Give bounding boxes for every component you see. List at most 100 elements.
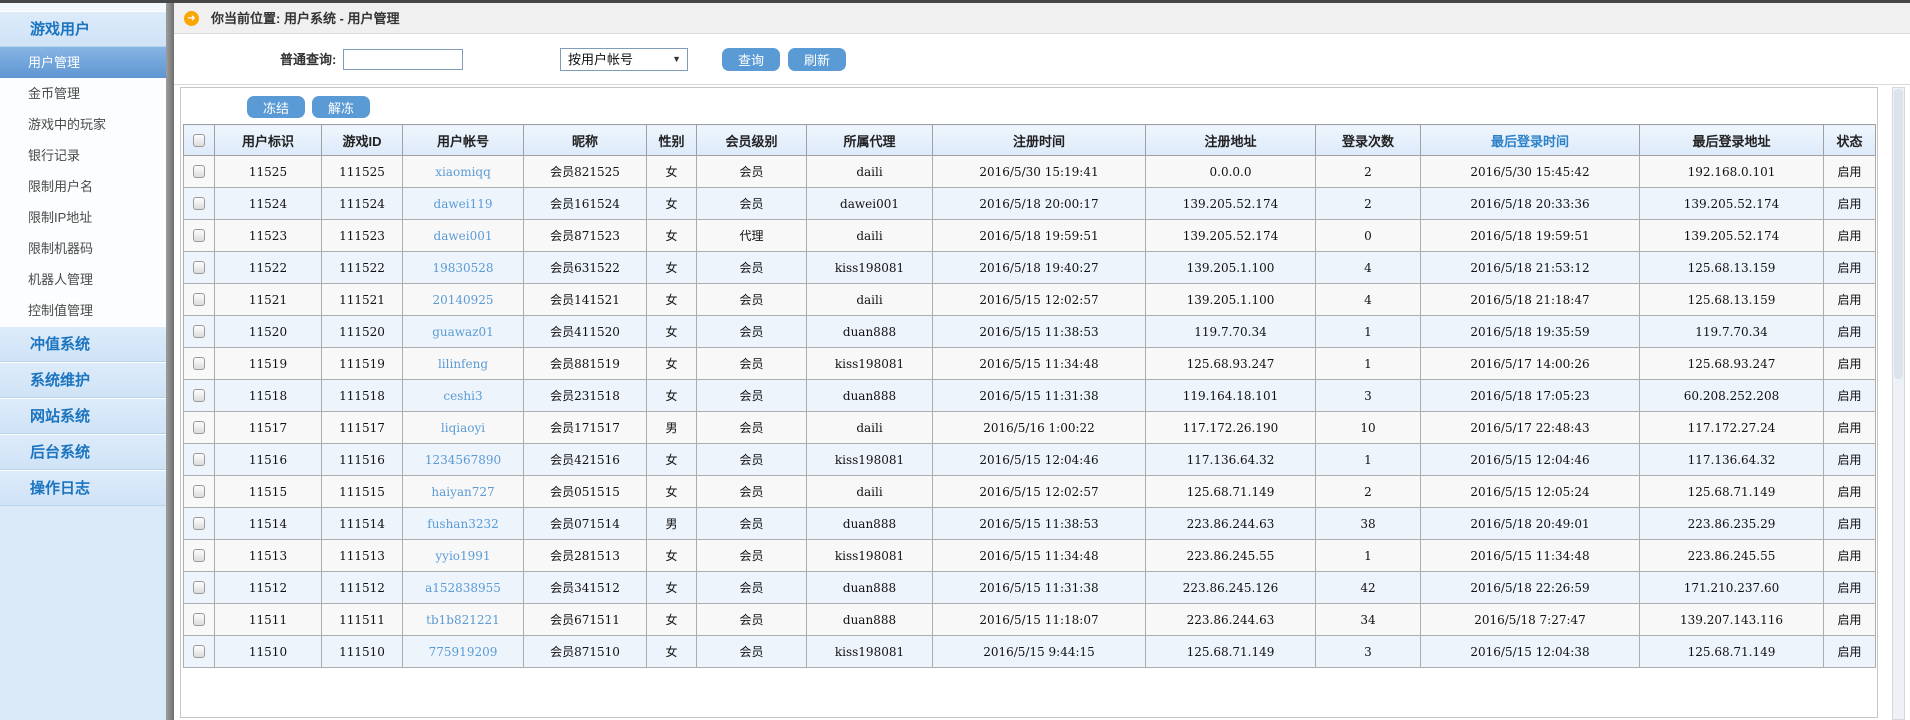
- cell-last-login-address: 139.205.52.174: [1640, 220, 1824, 252]
- cell-nickname: 会员341512: [524, 572, 647, 604]
- row-checkbox[interactable]: [193, 325, 205, 338]
- cell-status: 启用: [1824, 220, 1876, 252]
- row-checkbox[interactable]: [193, 517, 205, 530]
- cell-user-account[interactable]: dawei119: [403, 188, 524, 220]
- sidebar-section-header[interactable]: 系统维护: [0, 362, 166, 398]
- cell-user-account[interactable]: liqiaoyi: [403, 412, 524, 444]
- row-checkbox[interactable]: [193, 293, 205, 306]
- cell-user-account[interactable]: fushan3232: [403, 508, 524, 540]
- row-checkbox[interactable]: [193, 165, 205, 178]
- cell-register-time: 2016/5/15 11:31:38: [933, 380, 1146, 412]
- cell-agent: kiss198081: [807, 252, 933, 284]
- cell-last-login-time: 2016/5/15 12:04:38: [1421, 636, 1640, 668]
- table-row: 11512111512a152838955会员341512女会员duan8882…: [184, 572, 1876, 604]
- cell-user-id: 11511: [215, 604, 322, 636]
- cell-status: 启用: [1824, 508, 1876, 540]
- cell-gender: 女: [647, 604, 697, 636]
- sidebar-item[interactable]: 限制机器码: [0, 233, 166, 264]
- sidebar-item[interactable]: 金币管理: [0, 78, 166, 109]
- cell-status: 启用: [1824, 380, 1876, 412]
- row-checkbox[interactable]: [193, 485, 205, 498]
- cell-game-id: 111524: [322, 188, 403, 220]
- cell-user-account[interactable]: yyio1991: [403, 540, 524, 572]
- cell-last-login-time: 2016/5/15 12:04:46: [1421, 444, 1640, 476]
- sidebar-item[interactable]: 控制值管理: [0, 295, 166, 326]
- cell-status: 启用: [1824, 156, 1876, 188]
- sidebar-splitter[interactable]: [166, 3, 174, 720]
- sidebar-section-header[interactable]: 网站系统: [0, 398, 166, 434]
- cell-register-address: 223.86.244.63: [1146, 508, 1316, 540]
- cell-register-time: 2016/5/15 12:02:57: [933, 284, 1146, 316]
- cell-nickname: 会员171517: [524, 412, 647, 444]
- row-checkbox[interactable]: [193, 453, 205, 466]
- row-checkbox[interactable]: [193, 197, 205, 210]
- sidebar-section-header[interactable]: 冲值系统: [0, 326, 166, 362]
- row-checkbox[interactable]: [193, 357, 205, 370]
- sidebar-section-header[interactable]: 游戏用户: [0, 11, 166, 47]
- cell-user-account[interactable]: guawaz01: [403, 316, 524, 348]
- cell-register-time: 2016/5/15 11:31:38: [933, 572, 1146, 604]
- cell-user-account[interactable]: lilinfeng: [403, 348, 524, 380]
- window-top-edge: [0, 0, 1910, 3]
- table-row: 11511111511tb1b821221会员671511女会员duan8882…: [184, 604, 1876, 636]
- sidebar-item[interactable]: 限制IP地址: [0, 202, 166, 233]
- cell-user-account[interactable]: 1234567890: [403, 444, 524, 476]
- row-checkbox[interactable]: [193, 613, 205, 626]
- cell-gender: 女: [647, 156, 697, 188]
- sidebar-item[interactable]: 限制用户名: [0, 171, 166, 202]
- cell-user-account[interactable]: dawei001: [403, 220, 524, 252]
- sidebar-item[interactable]: 用户管理: [0, 47, 166, 78]
- search-input[interactable]: [343, 49, 463, 70]
- cell-game-id: 111520: [322, 316, 403, 348]
- row-checkbox-cell: [184, 188, 215, 220]
- cell-user-account[interactable]: ceshi3: [403, 380, 524, 412]
- cell-last-login-time: 2016/5/18 7:27:47: [1421, 604, 1640, 636]
- cell-game-id: 111516: [322, 444, 403, 476]
- row-checkbox[interactable]: [193, 421, 205, 434]
- row-checkbox[interactable]: [193, 261, 205, 274]
- cell-register-time: 2016/5/15 9:44:15: [933, 636, 1146, 668]
- sidebar-item[interactable]: 银行记录: [0, 140, 166, 171]
- row-checkbox[interactable]: [193, 549, 205, 562]
- cell-agent: kiss198081: [807, 348, 933, 380]
- cell-last-login-address: 125.68.13.159: [1640, 284, 1824, 316]
- table-row: 11520111520guawaz01会员411520女会员duan888201…: [184, 316, 1876, 348]
- cell-user-account[interactable]: 19830528: [403, 252, 524, 284]
- breadcrumb-bar: ➜ 你当前位置: 用户系统 - 用户管理: [174, 3, 1910, 34]
- cell-last-login-address: 117.136.64.32: [1640, 444, 1824, 476]
- column-header[interactable]: 最后登录时间: [1421, 125, 1640, 156]
- cell-last-login-time: 2016/5/18 17:05:23: [1421, 380, 1640, 412]
- filter-select[interactable]: 按用户帐号 ▼: [560, 48, 688, 71]
- cell-user-account[interactable]: a152838955: [403, 572, 524, 604]
- freeze-button[interactable]: 冻结: [247, 96, 305, 118]
- search-button[interactable]: 查询: [722, 48, 780, 71]
- cell-status: 启用: [1824, 348, 1876, 380]
- sidebar-item[interactable]: 游戏中的玩家: [0, 109, 166, 140]
- cell-user-account[interactable]: tb1b821221: [403, 604, 524, 636]
- sidebar-item[interactable]: 机器人管理: [0, 264, 166, 295]
- vertical-scrollbar[interactable]: [1892, 87, 1905, 720]
- scrollbar-thumb[interactable]: [1894, 89, 1903, 379]
- cell-register-address: 119.164.18.101: [1146, 380, 1316, 412]
- cell-user-account[interactable]: xiaomiqq: [403, 156, 524, 188]
- cell-user-account[interactable]: 20140925: [403, 284, 524, 316]
- sidebar-section-header[interactable]: 操作日志: [0, 470, 166, 506]
- cell-agent: daili: [807, 156, 933, 188]
- refresh-button[interactable]: 刷新: [788, 48, 846, 71]
- cell-last-login-address: 223.86.235.29: [1640, 508, 1824, 540]
- row-checkbox-cell: [184, 252, 215, 284]
- sidebar-section-header[interactable]: 后台系统: [0, 434, 166, 470]
- cell-register-time: 2016/5/18 19:59:51: [933, 220, 1146, 252]
- cell-login-count: 3: [1316, 380, 1421, 412]
- row-checkbox[interactable]: [193, 229, 205, 242]
- row-checkbox[interactable]: [193, 581, 205, 594]
- row-checkbox[interactable]: [193, 645, 205, 658]
- cell-user-account[interactable]: haiyan727: [403, 476, 524, 508]
- cell-agent: duan888: [807, 604, 933, 636]
- unfreeze-button[interactable]: 解冻: [312, 96, 370, 118]
- cell-last-login-address: 171.210.237.60: [1640, 572, 1824, 604]
- select-all-checkbox[interactable]: [193, 134, 205, 147]
- column-header: 登录次数: [1316, 125, 1421, 156]
- row-checkbox[interactable]: [193, 389, 205, 402]
- cell-user-account[interactable]: 775919209: [403, 636, 524, 668]
